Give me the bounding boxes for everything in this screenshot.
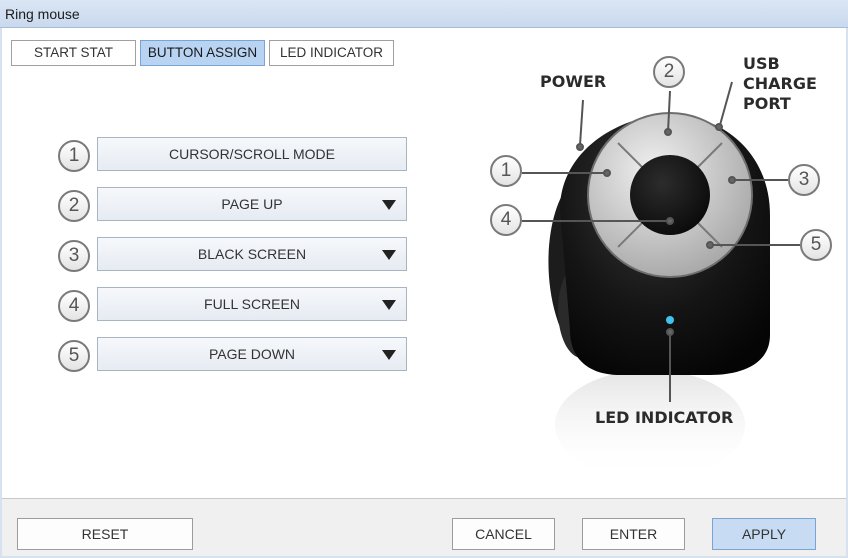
tab-led-indicator[interactable]: LED INDICATOR — [269, 40, 394, 66]
dropdown-arrow-icon — [382, 300, 396, 310]
device-callout-2: 2 — [653, 56, 685, 88]
tab-button-assign[interactable]: BUTTON ASSIGN — [140, 40, 265, 66]
usb-label-line3: PORT — [743, 94, 791, 113]
row-number-1: 1 — [58, 140, 90, 172]
reset-button[interactable]: RESET — [17, 518, 193, 550]
power-label: POWER — [540, 72, 607, 91]
assign-dropdown-4[interactable]: FULL SCREEN — [97, 287, 407, 321]
window-title: Ring mouse — [5, 6, 80, 22]
row-number-4: 4 — [58, 290, 90, 322]
usb-label-line2: CHARGE — [743, 74, 817, 93]
cancel-button[interactable]: CANCEL — [452, 518, 555, 550]
title-bar: Ring mouse — [0, 0, 848, 28]
assign-dropdown-2[interactable]: PAGE UP — [97, 187, 407, 221]
assign-label-1: CURSOR/SCROLL MODE — [169, 146, 335, 162]
assign-dropdown-5[interactable]: PAGE DOWN — [97, 337, 407, 371]
device-callout-4: 4 — [490, 204, 522, 236]
assign-label-5: PAGE DOWN — [208, 346, 296, 362]
assign-label-3: BLACK SCREEN — [197, 246, 307, 262]
usb-label-line1: USB — [743, 54, 780, 73]
device-callout-5: 5 — [800, 229, 832, 261]
apply-button[interactable]: APPLY — [712, 518, 816, 550]
tab-start-stat[interactable]: START STAT — [11, 40, 136, 66]
dropdown-arrow-icon — [382, 350, 396, 360]
assign-label-2: PAGE UP — [221, 196, 283, 212]
assign-label-4: FULL SCREEN — [204, 296, 300, 312]
device-callout-1: 1 — [490, 155, 522, 187]
device-callout-3: 3 — [788, 164, 820, 196]
assign-button-1[interactable]: CURSOR/SCROLL MODE — [97, 137, 407, 171]
enter-button[interactable]: ENTER — [582, 518, 685, 550]
row-number-3: 3 — [58, 240, 90, 272]
led-indicator-label: LED INDICATOR — [595, 408, 734, 427]
ring-mouse-illustration: 2 1 3 4 5 POWER USB CHARGE PORT LED INDI… — [470, 40, 848, 490]
row-number-2: 2 — [58, 190, 90, 222]
dropdown-arrow-icon — [382, 200, 396, 210]
assign-dropdown-3[interactable]: BLACK SCREEN — [97, 237, 407, 271]
dropdown-arrow-icon — [382, 250, 396, 260]
row-number-5: 5 — [58, 340, 90, 372]
